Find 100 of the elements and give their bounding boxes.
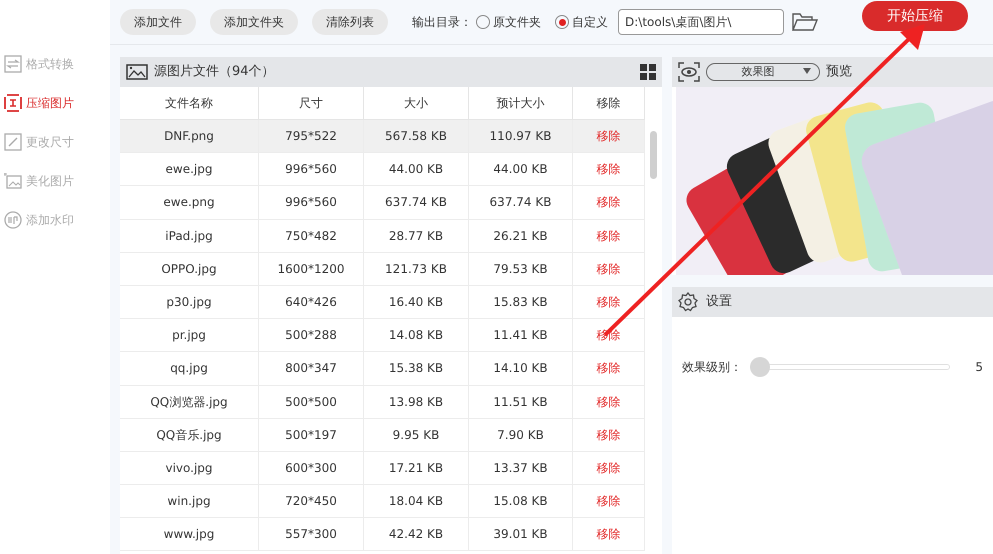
sidebar-label: 美化图片: [26, 173, 74, 190]
table-cell: DNF.png: [120, 120, 259, 152]
table-cell: ewe.png: [120, 186, 259, 219]
image-icon: [4, 172, 22, 190]
table-cell: OPPO.jpg: [120, 252, 259, 285]
radio-label: 原文件夹: [493, 14, 541, 31]
remove-link[interactable]: 移除: [573, 220, 645, 252]
remove-link[interactable]: 移除: [573, 120, 645, 152]
grid-view-icon[interactable]: [640, 64, 656, 80]
table-cell: 11.41 KB: [469, 319, 573, 352]
remove-link[interactable]: 移除: [573, 418, 645, 451]
toolbar-button[interactable]: 添加文件: [120, 9, 196, 35]
image-icon: [126, 64, 148, 80]
table-cell: 1600*1200: [259, 252, 364, 285]
remove-link[interactable]: 移除: [573, 252, 645, 285]
watermark-icon: [4, 211, 22, 229]
table-cell: 14.08 KB: [364, 319, 469, 352]
table-cell: iPad.jpg: [120, 220, 259, 252]
table-cell: 996*560: [259, 153, 364, 186]
column-header: 大小: [364, 87, 469, 119]
table-cell: 795*522: [259, 120, 364, 152]
remove-link[interactable]: 移除: [573, 153, 645, 186]
table-cell: 17.21 KB: [364, 452, 469, 484]
remove-link[interactable]: 移除: [573, 352, 645, 384]
sidebar-label: 添加水印: [26, 212, 74, 229]
table-cell: www.jpg: [120, 518, 259, 550]
table-cell: QQ音乐.jpg: [120, 418, 259, 451]
path-field[interactable]: D:\tools\桌面\图片\: [618, 9, 784, 35]
table-cell: 13.37 KB: [469, 452, 573, 484]
resize-icon: [4, 133, 22, 151]
table-cell: 720*450: [259, 485, 364, 518]
table-cell: qq.jpg: [120, 352, 259, 384]
remove-link[interactable]: 移除: [573, 518, 645, 550]
table-cell: 18.04 KB: [364, 485, 469, 518]
table-cell: 16.40 KB: [364, 286, 469, 318]
remove-link[interactable]: 移除: [573, 386, 645, 418]
table-cell: ewe.jpg: [120, 153, 259, 186]
table-cell: 637.74 KB: [364, 186, 469, 219]
table-cell: 800*347: [259, 352, 364, 384]
table-cell: 110.97 KB: [469, 120, 573, 152]
settings-icon: [678, 292, 698, 312]
panel-title: 源图片文件（94个）: [154, 63, 276, 82]
table-cell: 39.01 KB: [469, 518, 573, 550]
table-cell: 15.38 KB: [364, 352, 469, 384]
table-cell: 9.95 KB: [364, 418, 469, 451]
eye-icon: [678, 62, 700, 82]
radio-option[interactable]: 原文件夹: [476, 13, 541, 31]
table-cell: 557*300: [259, 518, 364, 550]
radio-label: 自定义: [572, 14, 608, 31]
table-cell: QQ浏览器.jpg: [120, 386, 259, 418]
table-cell: pr.jpg: [120, 319, 259, 352]
remove-link[interactable]: 移除: [573, 485, 645, 518]
slider-thumb[interactable]: [750, 357, 770, 377]
sidebar-label: 格式转换: [26, 56, 74, 73]
toolbar-button[interactable]: 添加文件夹: [210, 9, 298, 35]
effect-level-value: 5: [975, 359, 983, 376]
table-cell: 121.73 KB: [364, 252, 469, 285]
settings-title: 设置: [706, 293, 732, 312]
column-header: 文件名称: [120, 87, 259, 119]
sidebar-label: 压缩图片: [26, 95, 74, 112]
selected-row[interactable]: DNF.png 795*522 567.58 KB 110.97 KB 移除: [120, 120, 645, 154]
effect-level-label: 效果级别：: [682, 359, 742, 376]
slider-track[interactable]: [750, 357, 950, 377]
table-cell: 26.21 KB: [469, 220, 573, 252]
compress-icon: [4, 94, 22, 112]
sidebar-item[interactable]: 压缩图片: [4, 94, 110, 112]
table-cell: 79.53 KB: [469, 252, 573, 285]
table-cell: 500*500: [259, 386, 364, 418]
table-cell: 600*300: [259, 452, 364, 484]
table-cell: 7.90 KB: [469, 418, 573, 451]
table-cell: 640*426: [259, 286, 364, 318]
sidebar-label: 更改尺寸: [26, 134, 74, 151]
table-cell: 750*482: [259, 220, 364, 252]
table-cell: 567.58 KB: [364, 120, 469, 152]
table-cell: 13.98 KB: [364, 386, 469, 418]
remove-link[interactable]: 移除: [573, 186, 645, 219]
table-cell: 15.08 KB: [469, 485, 573, 518]
start-compress-button[interactable]: 开始压缩: [862, 1, 968, 31]
column-header: 预计大小: [469, 87, 573, 119]
caret-icon: [803, 68, 811, 74]
table-cell: 500*288: [259, 319, 364, 352]
table-cell: 500*197: [259, 418, 364, 451]
preview-label: 预览: [826, 63, 852, 82]
output-label: 输出目录：: [412, 14, 472, 31]
table-cell: 42.42 KB: [364, 518, 469, 550]
toolbar-button[interactable]: 清除列表: [312, 9, 388, 35]
remove-link[interactable]: 移除: [573, 452, 645, 484]
table-cell: vivo.jpg: [120, 452, 259, 484]
preview-dropdown[interactable]: 效果图: [706, 63, 820, 81]
radio-icon[interactable]: [476, 15, 490, 29]
table-cell: 44.00 KB: [469, 153, 573, 186]
table-cell: p30.jpg: [120, 286, 259, 318]
table-cell: 14.10 KB: [469, 352, 573, 384]
folder-icon[interactable]: [792, 13, 818, 31]
remove-link[interactable]: 移除: [573, 286, 645, 318]
table-cell: 996*560: [259, 186, 364, 219]
radio-option[interactable]: 自定义: [555, 13, 608, 31]
radio-icon[interactable]: [555, 15, 569, 29]
scrollbar-thumb[interactable]: [650, 131, 657, 179]
table-cell: win.jpg: [120, 485, 259, 518]
